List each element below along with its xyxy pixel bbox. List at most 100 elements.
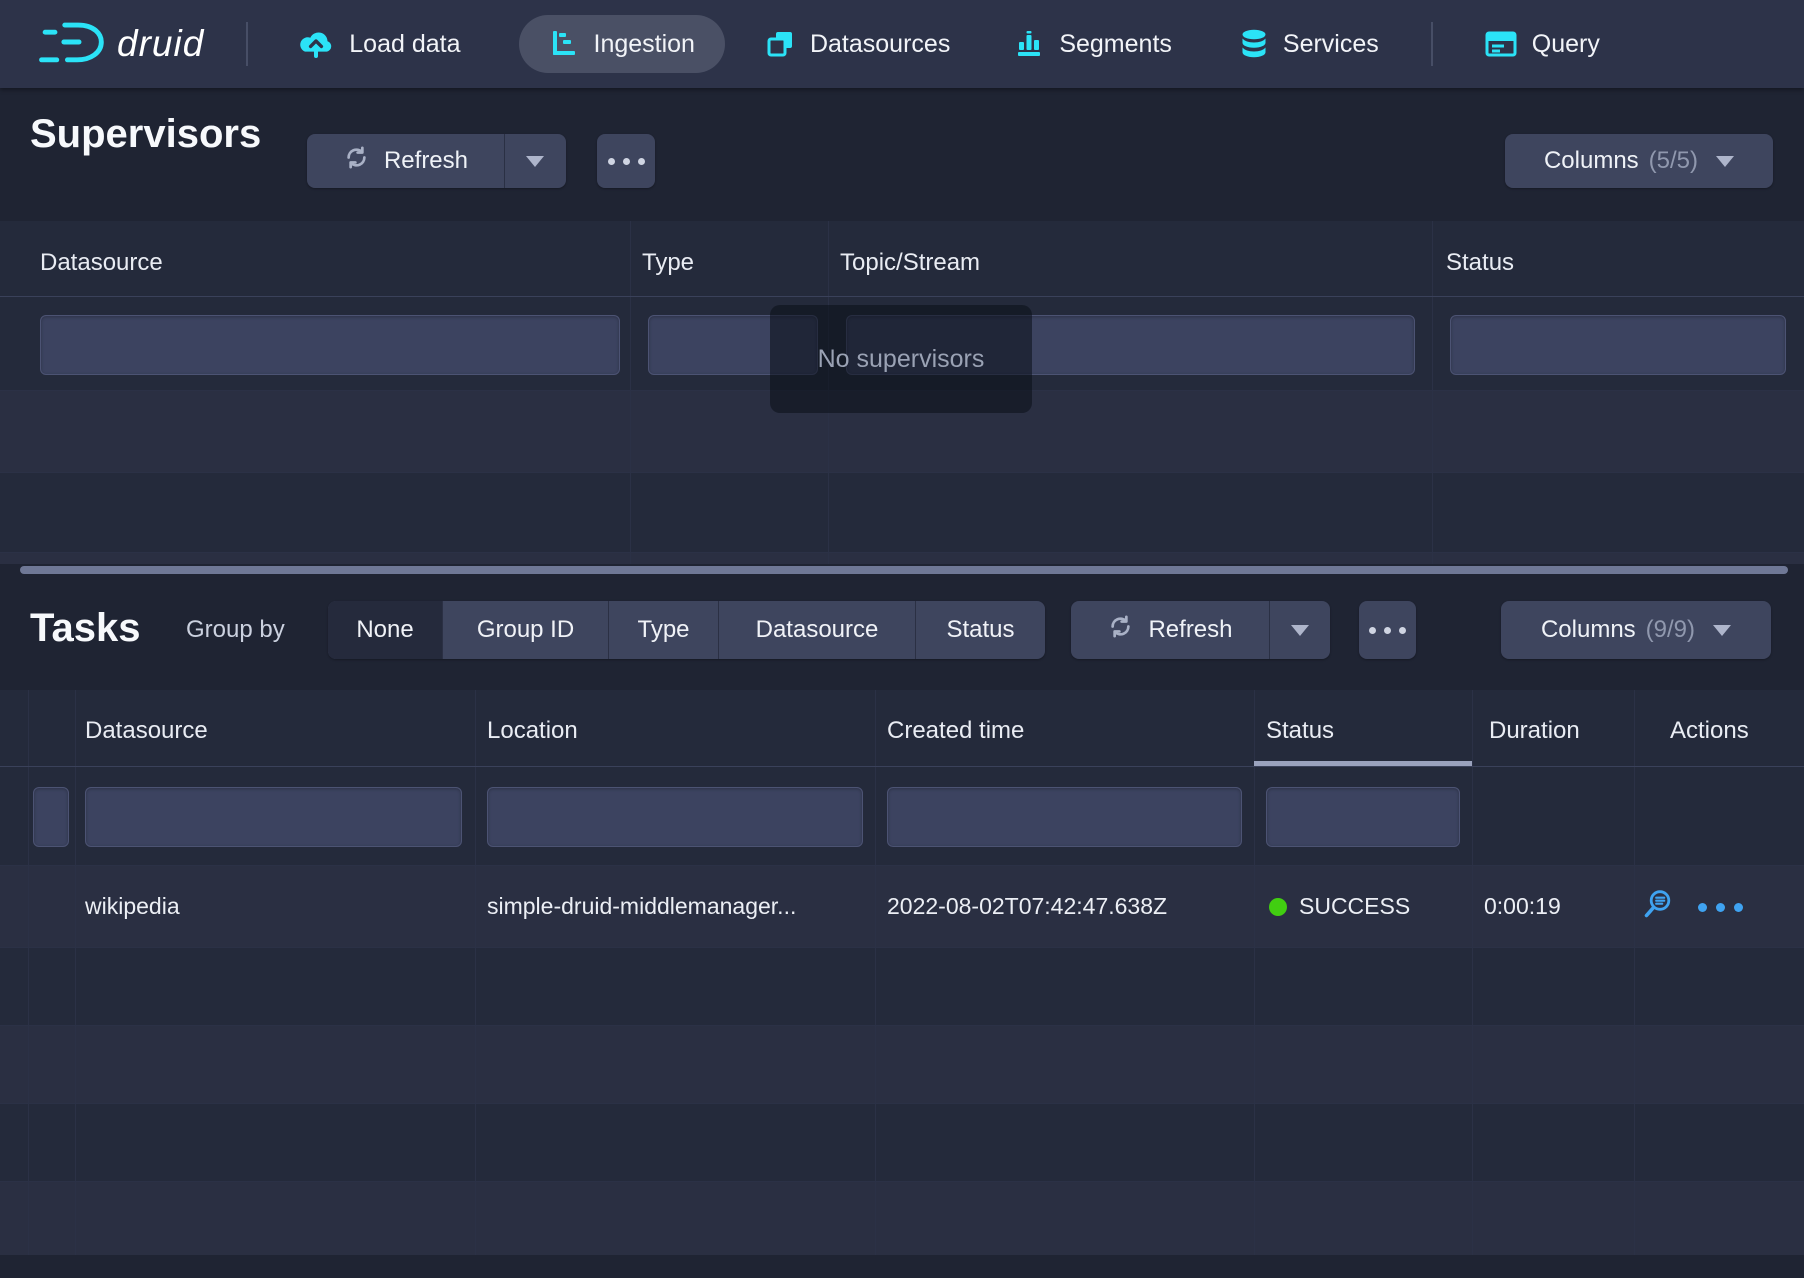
column-header-datasource[interactable]: Datasource (40, 249, 163, 277)
refresh-label: Refresh (384, 147, 468, 175)
column-header-topic-stream[interactable]: Topic/Stream (840, 249, 980, 277)
column-divider (75, 690, 76, 1255)
column-header-location[interactable]: Location (487, 717, 578, 745)
datasource-filter-input[interactable] (40, 315, 620, 375)
column-divider (475, 690, 476, 1255)
columns-count: (9/9) (1646, 616, 1695, 644)
horizontal-scrollbar[interactable] (20, 566, 1788, 574)
group-by-datasource-button[interactable]: Datasource (719, 601, 916, 659)
refresh-icon (1107, 613, 1134, 647)
header-divider (0, 296, 1804, 297)
row-divider (0, 552, 1804, 553)
column-header-status[interactable]: Status (1446, 249, 1514, 277)
column-divider (1254, 690, 1255, 1255)
chevron-down-icon (1716, 156, 1734, 167)
column-header-actions[interactable]: Actions (1670, 717, 1749, 745)
supervisors-refresh-split-button: Refresh (307, 134, 566, 188)
supervisors-more-button[interactable] (597, 134, 655, 188)
nav-item-segments[interactable]: Segments (1014, 29, 1172, 59)
chevron-down-icon (526, 156, 544, 167)
chevron-down-icon (1713, 625, 1731, 636)
row-divider (0, 947, 1804, 948)
nav-item-load-data[interactable]: Load data (298, 29, 460, 59)
status-badge: SUCCESS (1299, 893, 1410, 919)
table-row (0, 1025, 1804, 1103)
column-header-created-time[interactable]: Created time (887, 717, 1024, 745)
cell-created-time[interactable]: 2022-08-02T07:42:47.638Z (887, 893, 1167, 920)
column-divider (875, 690, 876, 1255)
table-row (0, 1181, 1804, 1255)
tasks-refresh-button[interactable]: Refresh (1072, 601, 1269, 659)
row-divider (0, 1181, 1804, 1182)
nav-item-ingestion[interactable]: Ingestion (519, 15, 725, 73)
nav-item-query[interactable]: Query (1485, 30, 1600, 59)
logo-text: druid (117, 23, 204, 65)
column-divider (1432, 221, 1433, 564)
row-divider (0, 865, 1804, 866)
tasks-columns-button[interactable]: Columns (9/9) (1501, 601, 1771, 659)
group-by-type-button[interactable]: Type (609, 601, 719, 659)
cell-location[interactable]: simple-druid-middlemanager... (487, 893, 796, 920)
status-dot-icon (1269, 898, 1287, 916)
cell-datasource[interactable]: wikipedia (85, 893, 180, 920)
location-filter-input[interactable] (487, 787, 863, 847)
druid-logo-icon (38, 17, 104, 72)
group-by-segmented-control: None Group ID Type Datasource Status (328, 601, 1045, 659)
tasks-refresh-split-button: Refresh (1071, 601, 1330, 659)
chevron-down-icon (1291, 625, 1309, 636)
status-filter-input[interactable] (1266, 787, 1460, 847)
column-header-type[interactable]: Type (642, 249, 694, 277)
column-divider (1634, 690, 1635, 1255)
tasks-more-button[interactable] (1359, 601, 1416, 659)
nav-item-label: Query (1532, 30, 1600, 59)
more-ellipsis-icon (608, 158, 645, 165)
supervisors-refresh-button[interactable]: Refresh (308, 134, 504, 188)
druid-console: druid Load data (0, 0, 1804, 1278)
nav-item-label: Ingestion (594, 30, 695, 59)
column-divider (28, 690, 29, 1255)
refresh-label: Refresh (1148, 616, 1232, 644)
row-divider (0, 1025, 1804, 1026)
stacked-squares-icon (765, 29, 795, 59)
columns-label: Columns (1541, 616, 1636, 644)
cell-actions (1642, 888, 1743, 926)
group-by-none-button[interactable]: None (328, 601, 443, 659)
refresh-icon (343, 144, 370, 178)
column-header-duration[interactable]: Duration (1489, 717, 1580, 745)
empty-message: No supervisors (818, 345, 985, 374)
table-row (0, 552, 1804, 564)
task-id-filter-input[interactable] (33, 787, 69, 847)
nav-item-services[interactable]: Services (1240, 28, 1379, 60)
empty-state-overlay: No supervisors (770, 305, 1032, 413)
more-ellipsis-icon (1369, 627, 1406, 634)
tasks-table: Datasource Location Created time Status … (0, 690, 1804, 1255)
supervisors-table: Datasource Type Topic/Stream Status No s… (0, 221, 1804, 564)
supervisors-columns-button[interactable]: Columns (5/5) (1505, 134, 1773, 188)
nav-item-datasources[interactable]: Datasources (765, 29, 950, 59)
inspect-icon[interactable] (1642, 888, 1674, 926)
columns-count: (5/5) (1649, 147, 1698, 175)
tasks-refresh-dropdown-button[interactable] (1269, 601, 1330, 659)
druid-logo[interactable]: druid (38, 17, 204, 72)
status-filter-input[interactable] (1450, 315, 1786, 375)
column-header-status[interactable]: Status (1266, 717, 1334, 745)
column-header-datasource[interactable]: Datasource (85, 717, 208, 745)
navbar: druid Load data (0, 0, 1804, 88)
group-by-status-button[interactable]: Status (916, 601, 1045, 659)
group-by-group-id-button[interactable]: Group ID (443, 601, 609, 659)
nav-item-label: Services (1283, 30, 1379, 59)
cloud-upload-icon (298, 29, 334, 59)
created-time-filter-input[interactable] (887, 787, 1242, 847)
row-divider (0, 1103, 1804, 1104)
datasource-filter-input[interactable] (85, 787, 462, 847)
column-divider (1472, 690, 1473, 1255)
more-actions-icon[interactable] (1698, 903, 1743, 912)
column-divider (630, 221, 631, 564)
supervisors-refresh-dropdown-button[interactable] (504, 134, 566, 188)
database-icon (1240, 28, 1268, 60)
gantt-chart-icon (549, 29, 579, 59)
columns-label: Columns (1544, 147, 1639, 175)
bar-chart-icon (1014, 29, 1044, 59)
row-divider (0, 472, 1804, 473)
header-divider (0, 766, 1804, 767)
